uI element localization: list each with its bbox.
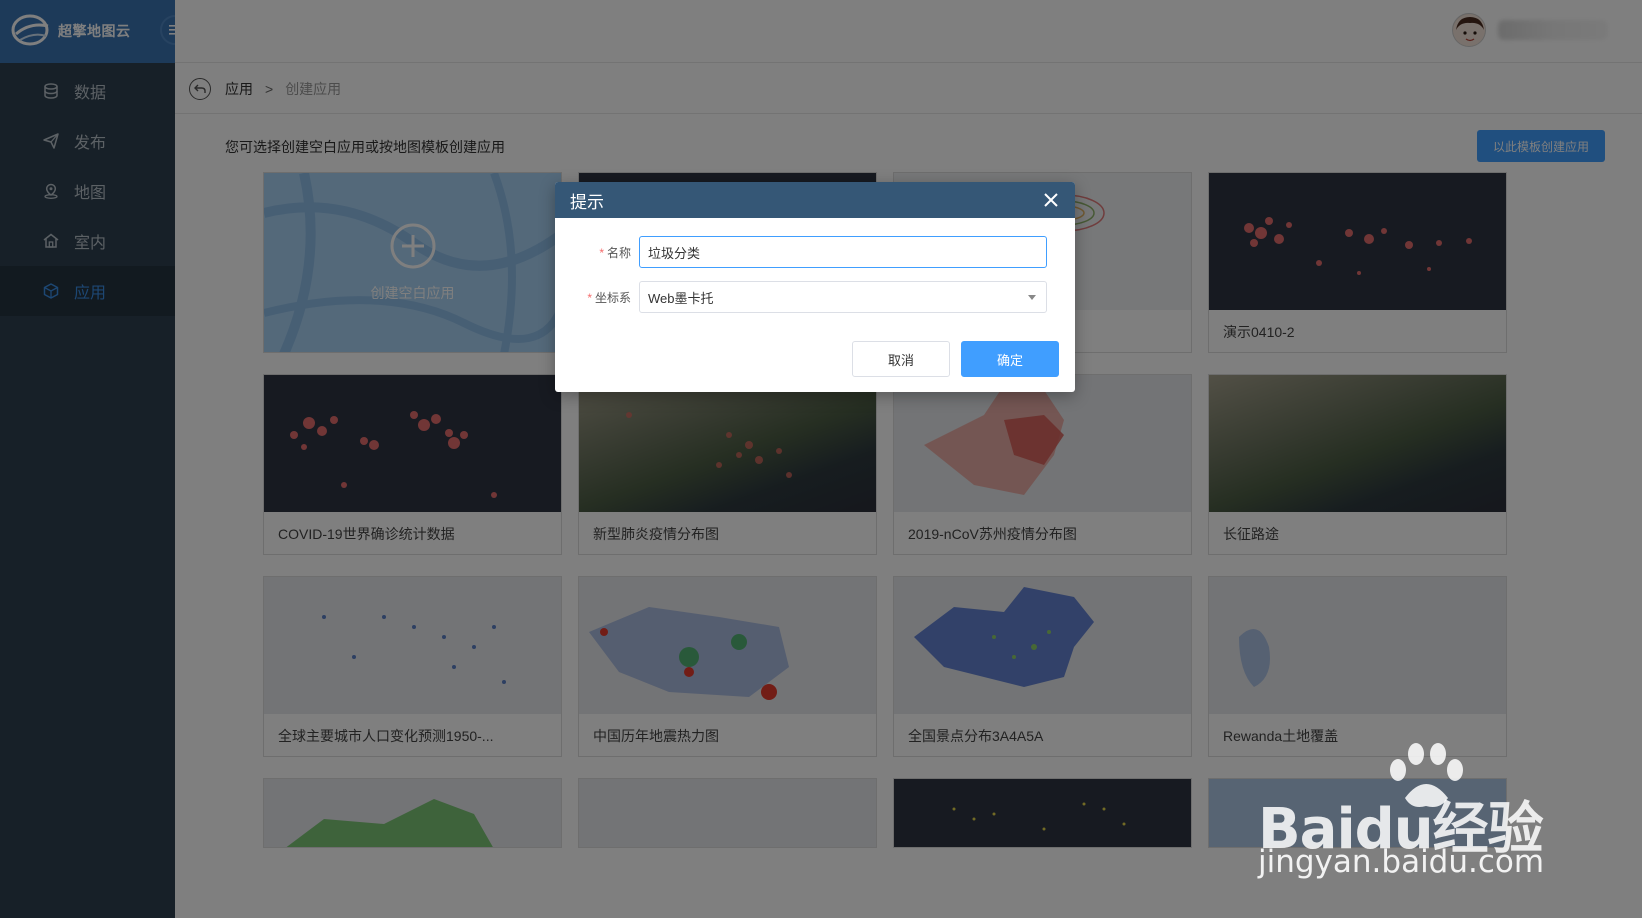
name-form-row: * 名称 bbox=[555, 236, 1075, 268]
name-label: * 名称 bbox=[599, 245, 631, 260]
watermark-url: jingyan.baidu.com bbox=[1258, 844, 1545, 880]
required-marker: * bbox=[599, 245, 604, 260]
crs-label: * 坐标系 bbox=[587, 290, 631, 305]
crs-form-row: * 坐标系 Web墨卡托 bbox=[555, 281, 1075, 313]
close-icon[interactable] bbox=[1041, 190, 1061, 210]
crs-selected-value: Web墨卡托 bbox=[648, 290, 714, 306]
dialog-header: 提示 bbox=[555, 182, 1075, 218]
chevron-down-icon bbox=[1028, 295, 1036, 300]
baidu-watermark: Baidu经验 jingyan.baidu.com bbox=[1258, 740, 1558, 890]
confirm-button[interactable]: 确定 bbox=[961, 341, 1059, 377]
create-app-dialog: 提示 *名称 *坐标系 Web墨卡托 取消 确定 bbox=[555, 182, 1075, 392]
required-marker: * bbox=[587, 290, 592, 305]
cancel-button[interactable]: 取消 bbox=[852, 341, 950, 377]
name-input[interactable] bbox=[639, 236, 1047, 268]
crs-select[interactable]: Web墨卡托 bbox=[639, 281, 1047, 313]
dialog-title: 提示 bbox=[570, 192, 604, 212]
